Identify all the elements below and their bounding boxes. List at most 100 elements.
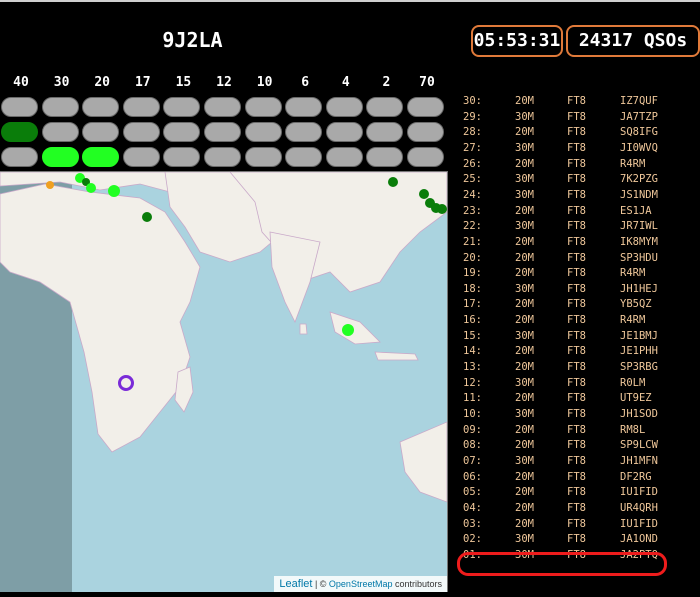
log-number: 14: (463, 345, 482, 358)
log-row: 03: 20M FT8 IU1FID (455, 518, 700, 534)
log-row: 28: 20M FT8 SQ8IFG (455, 126, 700, 142)
log-row: 12: 30M FT8 R0LM (455, 377, 700, 393)
log-mode: FT8 (567, 235, 586, 248)
map-canvas[interactable] (0, 172, 447, 592)
log-number: 11: (463, 392, 482, 405)
log-band: 20M (515, 204, 534, 217)
band-label: 17 (134, 75, 151, 90)
log-band: 30M (515, 220, 534, 233)
log-row: 11: 20M FT8 UT9EZ (455, 392, 700, 408)
log-mode: FT8 (567, 533, 586, 546)
latest-qso-highlight (457, 552, 667, 576)
log-band: 20M (515, 423, 534, 436)
log-number: 19: (463, 267, 482, 280)
log-mode: FT8 (567, 392, 586, 405)
band-indicator (366, 147, 404, 167)
log-band: 20M (515, 470, 534, 483)
log-callsign: JH1SOD (620, 408, 658, 420)
log-callsign: DF2RG (620, 470, 652, 483)
log-number: 06: (463, 470, 482, 483)
band-labels: 40 30 20 17 15 12 10 6 4 2 70 (0, 75, 450, 95)
log-callsign: IU1FID (620, 517, 658, 530)
log-number: 08: (463, 439, 482, 452)
log-row: 07: 30M FT8 JH1MFN (455, 455, 700, 471)
log-callsign: JH1HEJ (620, 282, 658, 295)
log-callsign: JA1OND (620, 533, 658, 546)
band-indicator (1, 97, 38, 117)
log-callsign: JR7IWL (620, 220, 658, 233)
band-indicator (325, 97, 363, 117)
band-label: 2 (382, 75, 391, 90)
band-indicator (1, 147, 38, 167)
log-mode: FT8 (567, 314, 586, 327)
attribution-separator: | © (312, 579, 329, 589)
band-indicator (204, 122, 241, 142)
log-callsign: JE1BMJ (620, 329, 658, 342)
log-number: 10: (463, 408, 482, 420)
band-indicator (163, 122, 201, 142)
log-number: 30: (463, 95, 482, 107)
band-indicator (82, 122, 120, 142)
log-row: 06: 20M FT8 DF2RG (455, 471, 700, 487)
log-band: 20M (515, 392, 534, 405)
log-row: 09: 20M FT8 RM8L (455, 424, 700, 440)
log-number: 03: (463, 517, 482, 530)
osm-link[interactable]: OpenStreetMap (329, 579, 393, 589)
log-row: 16: 20M FT8 R4RM (455, 314, 700, 330)
log-row: 02: 30M FT8 JA1OND (455, 533, 700, 549)
band-indicator (122, 122, 160, 142)
log-callsign: UT9EZ (620, 392, 652, 405)
log-mode: FT8 (567, 157, 586, 170)
log-band: 30M (515, 188, 534, 201)
log-row: 19: 20M FT8 R4RM (455, 267, 700, 283)
band-indicator (285, 147, 323, 167)
log-callsign: R4RM (620, 157, 646, 170)
log-callsign: R4RM (620, 267, 646, 280)
log-callsign: IU1FID (620, 486, 658, 499)
log-row: 27: 30M FT8 JI0WVQ (455, 142, 700, 158)
band-indicator (407, 97, 444, 117)
band-indicator (244, 147, 282, 167)
log-band: 30M (515, 329, 534, 342)
band-indicator (204, 97, 241, 117)
world-map[interactable]: Leaflet | © OpenStreetMap contributors (0, 171, 448, 592)
band-label: 4 (341, 75, 350, 90)
log-number: 27: (463, 141, 482, 154)
log-callsign: R0LM (620, 376, 646, 389)
leaflet-link[interactable]: Leaflet (279, 578, 312, 590)
log-mode: FT8 (567, 329, 586, 342)
log-mode: FT8 (567, 220, 586, 233)
log-number: 25: (463, 173, 482, 186)
log-band: 30M (515, 110, 534, 123)
log-number: 13: (463, 361, 482, 374)
log-band: 20M (515, 251, 534, 264)
log-mode: FT8 (567, 267, 586, 280)
log-band: 20M (515, 235, 534, 248)
log-band: 20M (515, 298, 534, 311)
log-row: 05: 20M FT8 IU1FID (455, 486, 700, 502)
log-mode: FT8 (567, 282, 586, 295)
log-callsign: JH1MFN (620, 454, 658, 467)
log-band: 30M (515, 141, 534, 154)
log-callsign: IZ7QUF (620, 95, 658, 107)
qso-counter: 24317 QSOs (566, 25, 700, 57)
band-label: 12 (216, 75, 232, 90)
log-band: 20M (515, 157, 534, 170)
band-indicator (41, 147, 79, 167)
log-row: 22: 30M FT8 JR7IWL (455, 220, 700, 236)
log-band: 20M (515, 314, 534, 327)
contact-dot (342, 324, 354, 336)
log-band: 30M (515, 376, 534, 389)
log-callsign: ES1JA (620, 204, 652, 217)
log-band: 30M (515, 282, 534, 295)
log-band: 30M (515, 454, 534, 467)
log-number: 21: (463, 235, 482, 248)
band-indicator (285, 122, 323, 142)
log-mode: FT8 (567, 173, 586, 186)
contact-dot (108, 185, 120, 197)
log-row: 20: 20M FT8 SP3HDU (455, 252, 700, 268)
log-band: 20M (515, 126, 534, 139)
log-mode: FT8 (567, 298, 586, 311)
log-mode: FT8 (567, 345, 586, 358)
contact-dot (437, 204, 447, 214)
